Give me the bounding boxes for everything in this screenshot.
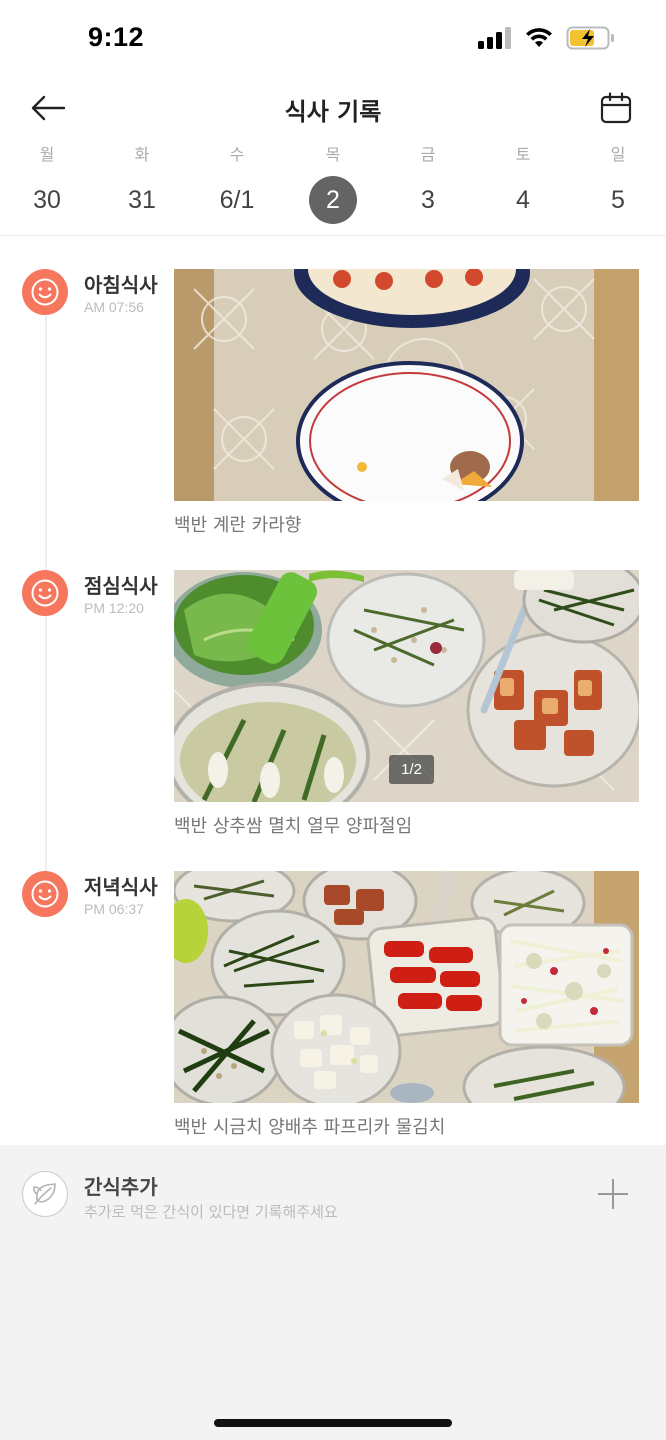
page-title: 식사 기록 xyxy=(284,98,382,126)
day-mon[interactable]: 월 30 xyxy=(7,142,87,224)
day-number: 5 xyxy=(611,186,625,214)
meal-time: PM 06:37 xyxy=(84,901,144,917)
day-number: 30 xyxy=(33,186,61,214)
meal-description: 백반 시금치 양배추 파프리카 물김치 xyxy=(174,1117,446,1138)
meal-photo[interactable]: 1/2 xyxy=(174,570,639,802)
photo-counter: 1/2 xyxy=(389,755,434,784)
meal-photo[interactable] xyxy=(174,871,639,1103)
day-thu[interactable]: 목 2 xyxy=(293,142,373,224)
day-fri[interactable]: 금 3 xyxy=(388,142,468,224)
meal-entry-dinner: 저녁식사 PM 06:37 백반 시금치 양배추 파프리카 물김치 xyxy=(0,871,666,1141)
meal-description: 백반 계란 카라향 xyxy=(174,515,302,536)
day-number: 6/1 xyxy=(219,186,255,214)
meal-label: 저녁식사 xyxy=(84,875,158,899)
day-sat[interactable]: 토 4 xyxy=(483,142,563,224)
status-bar: 9:12 xyxy=(0,0,666,80)
day-number: 4 xyxy=(516,186,530,214)
meal-entry-lunch: 점심식사 PM 12:20 1/2 백반 상추쌈 멸치 열무 양파절임 xyxy=(0,570,666,840)
day-sun[interactable]: 일 5 xyxy=(578,142,658,224)
battery-charging-icon xyxy=(566,26,614,50)
smiley-face-icon xyxy=(22,871,68,917)
day-name: 월 xyxy=(39,145,55,164)
leaf-icon xyxy=(22,1171,68,1217)
meal-entry-breakfast: 아침식사 AM 07:56 백반 계란 카라향 xyxy=(0,269,666,539)
header: 식사 기록 xyxy=(0,80,666,136)
add-snack-button[interactable] xyxy=(596,1177,630,1211)
day-number: 31 xyxy=(128,186,156,214)
smiley-face-icon xyxy=(22,269,68,315)
meal-label: 점심식사 xyxy=(84,574,158,598)
day-number-selected: 2 xyxy=(309,176,357,224)
plus-icon xyxy=(598,1179,628,1209)
week-selector: 월 30 화 31 수 6/1 목 2 금 3 토 4 일 5 xyxy=(0,142,666,236)
calendar-icon xyxy=(600,92,632,124)
day-name: 수 xyxy=(229,145,245,164)
day-name: 화 xyxy=(134,145,150,164)
day-tue[interactable]: 화 31 xyxy=(102,142,182,224)
meal-time: PM 12:20 xyxy=(84,600,144,616)
status-icons xyxy=(478,26,616,50)
home-indicator[interactable] xyxy=(214,1419,452,1427)
day-name: 목 xyxy=(325,145,341,164)
signal-icon xyxy=(478,27,511,49)
day-name: 일 xyxy=(610,145,626,164)
meal-label: 아침식사 xyxy=(84,273,158,297)
day-wed[interactable]: 수 6/1 xyxy=(197,142,277,224)
day-number: 3 xyxy=(421,186,435,214)
snack-title: 간식추가 xyxy=(84,1175,158,1199)
wifi-icon xyxy=(526,28,552,47)
day-name: 금 xyxy=(420,145,436,164)
meal-description: 백반 상추쌈 멸치 열무 양파절임 xyxy=(174,816,413,837)
day-name: 토 xyxy=(515,145,531,164)
snack-subtitle: 추가로 먹은 간식이 있다면 기록해주세요 xyxy=(84,1203,338,1221)
calendar-button[interactable] xyxy=(600,92,632,124)
meal-photo[interactable] xyxy=(174,269,639,501)
snack-section: 간식추가 추가로 먹은 간식이 있다면 기록해주세요 xyxy=(0,1145,666,1440)
meal-time: AM 07:56 xyxy=(84,299,144,315)
status-time: 9:12 xyxy=(88,22,145,52)
smiley-face-icon xyxy=(22,570,68,616)
